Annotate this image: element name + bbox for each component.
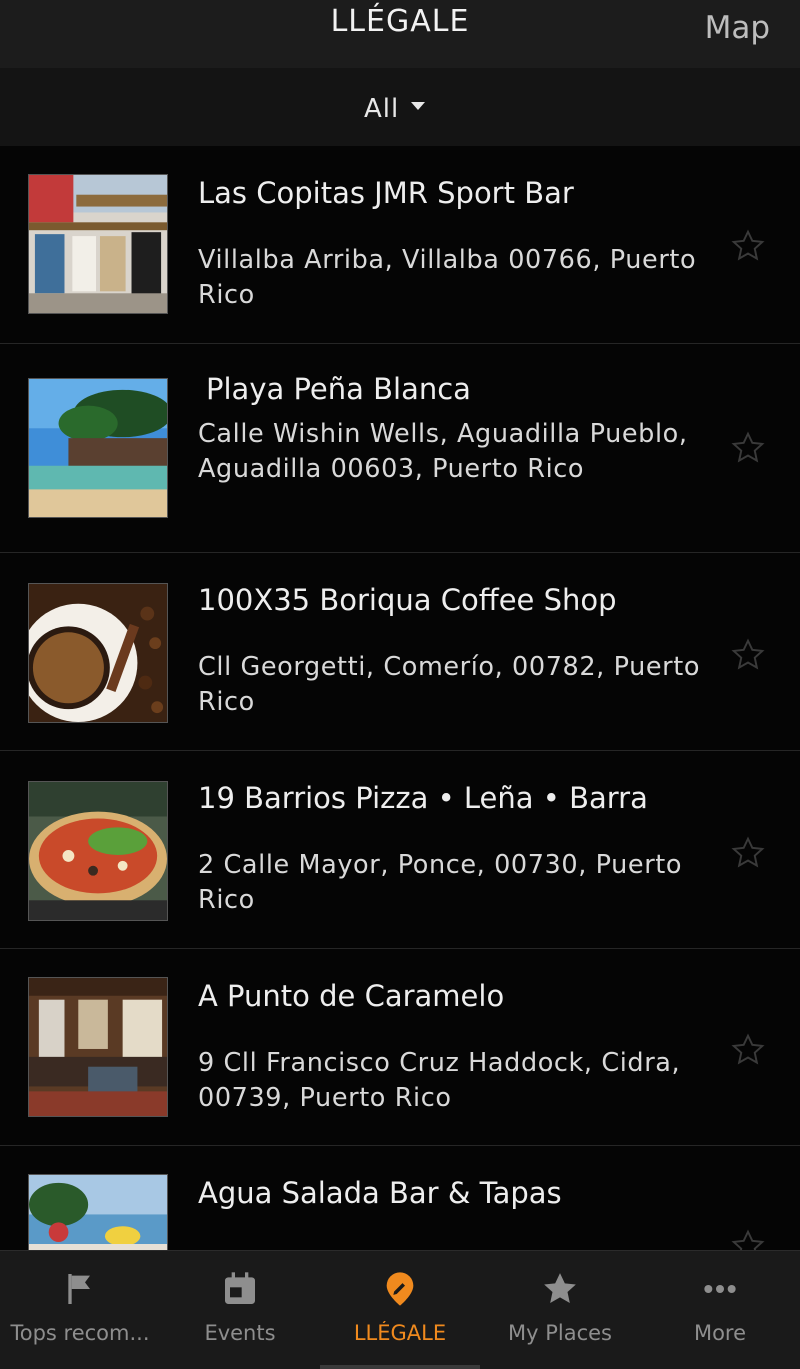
filter-label: All	[364, 94, 400, 124]
place-row[interactable]: Las Copitas JMR Sport Bar Villalba Arrib…	[0, 146, 800, 344]
place-photo	[28, 781, 168, 921]
place-address: Villalba Arriba, Villalba 00766, Puerto …	[198, 245, 697, 310]
flag-icon	[60, 1269, 100, 1309]
tab-label: More	[693, 1321, 747, 1345]
place-row[interactable]: Agua Salada Bar & Tapas	[0, 1146, 800, 1250]
place-address: 9 Cll Francisco Cruz Haddock, Cidra, 007…	[198, 1048, 681, 1113]
place-name: 100X35 Boriqua Coffee Shop	[198, 583, 617, 617]
caret-down-icon	[411, 102, 426, 110]
place-address: 2 Calle Mayor, Ponce, 00730, Puerto Rico	[198, 850, 683, 915]
tab-label: LLÉGALE	[353, 1321, 447, 1345]
place-photo	[28, 1174, 168, 1250]
location-pin-icon	[380, 1269, 420, 1309]
favorite-star-icon[interactable]	[730, 228, 766, 264]
tab-label: Events	[204, 1321, 276, 1345]
tab-more[interactable]: More	[640, 1251, 800, 1369]
place-address: Calle Wishin Wells, Aguadilla Pueblo, Ag…	[198, 419, 688, 484]
tab-events[interactable]: Events	[160, 1251, 320, 1369]
favorite-star-icon[interactable]	[730, 835, 766, 871]
tab-label: My Places	[508, 1321, 612, 1345]
place-photo	[28, 583, 168, 723]
favorite-star-icon[interactable]	[730, 1228, 766, 1250]
category-filter-dropdown[interactable]: All	[364, 94, 426, 124]
favorite-star-icon[interactable]	[730, 637, 766, 673]
tab-my-places[interactable]: My Places	[480, 1251, 640, 1369]
place-name: Agua Salada Bar & Tapas	[198, 1176, 562, 1210]
place-name: Playa Peña Blanca	[206, 372, 471, 406]
app-title: LLÉGALE	[330, 4, 470, 39]
place-name: Las Copitas JMR Sport Bar	[198, 176, 574, 210]
bottom-tab-bar: Tops recom... Events LLÉGALE My Places M…	[0, 1250, 800, 1369]
places-list[interactable]: Las Copitas JMR Sport Bar Villalba Arrib…	[0, 146, 800, 1250]
favorite-star-icon[interactable]	[730, 430, 766, 466]
calendar-icon	[220, 1269, 260, 1309]
place-photo	[28, 174, 168, 314]
place-photo	[28, 378, 168, 518]
active-tab-indicator	[320, 1365, 480, 1369]
tab-label: Tops recom...	[10, 1321, 150, 1345]
tab-tops-recommended[interactable]: Tops recom...	[0, 1251, 160, 1369]
more-dots-icon	[700, 1269, 740, 1309]
star-icon	[540, 1269, 580, 1309]
filter-bar: All	[0, 68, 800, 146]
place-row[interactable]: 100X35 Boriqua Coffee Shop Cll Georgetti…	[0, 553, 800, 751]
place-row[interactable]: 19 Barrios Pizza • Leña • Barra 2 Calle …	[0, 751, 800, 949]
top-bar: LLÉGALE Map	[0, 0, 800, 68]
place-address: Cll Georgetti, Comerío, 00782, Puerto Ri…	[198, 652, 701, 717]
place-row[interactable]: Playa Peña Blanca Calle Wishin Wells, Ag…	[0, 344, 800, 553]
place-photo	[28, 977, 168, 1117]
place-name: 19 Barrios Pizza • Leña • Barra	[198, 781, 648, 815]
map-button[interactable]: Map	[705, 10, 770, 46]
tab-llegale[interactable]: LLÉGALE	[320, 1251, 480, 1369]
place-row[interactable]: A Punto de Caramelo 9 Cll Francisco Cruz…	[0, 949, 800, 1146]
place-name: A Punto de Caramelo	[198, 979, 505, 1013]
favorite-star-icon[interactable]	[730, 1032, 766, 1068]
